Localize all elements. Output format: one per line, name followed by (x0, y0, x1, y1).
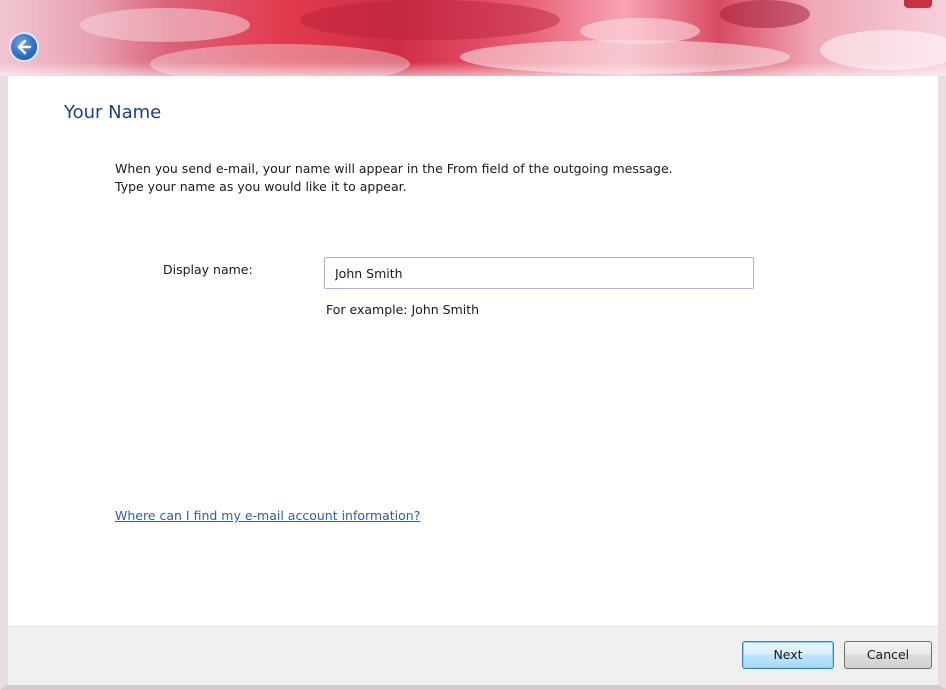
wizard-content: Your Name When you send e-mail, your nam… (8, 76, 938, 626)
instructions-line-1: When you send e-mail, your name will app… (115, 161, 673, 176)
display-name-label: Display name: (163, 262, 253, 277)
example-hint: For example: John Smith (326, 302, 480, 317)
back-button[interactable] (9, 32, 39, 62)
wizard-window: Your Name When you send e-mail, your nam… (0, 0, 946, 690)
instructions-line-2: Type your name as you would like it to a… (115, 179, 407, 194)
display-name-input[interactable] (324, 257, 754, 289)
close-button[interactable] (904, 0, 932, 8)
button-bar: Next Cancel (8, 626, 938, 685)
next-button[interactable]: Next (742, 641, 834, 669)
account-info-help-link[interactable]: Where can I find my e-mail account infor… (115, 508, 420, 523)
page-title: Your Name (64, 102, 162, 123)
title-bar (0, 0, 946, 76)
instructions-text: When you send e-mail, your name will app… (115, 160, 673, 196)
back-arrow-icon (17, 39, 32, 55)
cancel-button[interactable]: Cancel (844, 641, 932, 669)
